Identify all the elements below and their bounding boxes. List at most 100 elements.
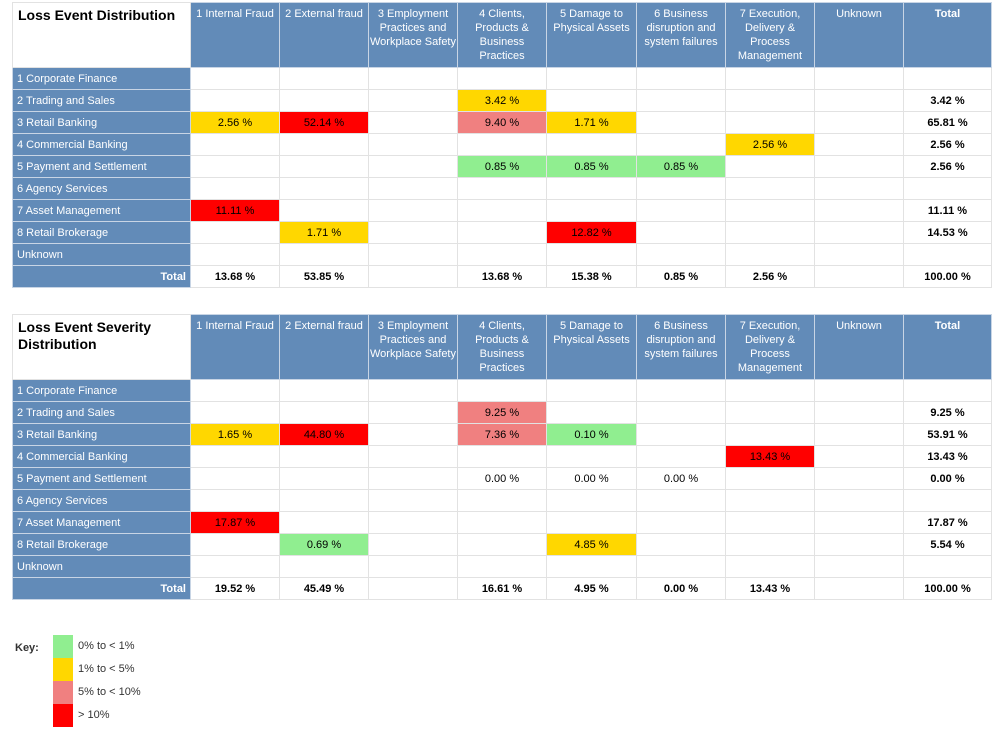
row-total-cell: 2.56 %	[903, 133, 992, 156]
row-header: 6 Agency Services	[12, 177, 191, 200]
value-cell: 1.71 %	[279, 221, 369, 244]
column-total-cell: 53.85 %	[279, 265, 369, 288]
value-cell	[725, 111, 815, 134]
value-cell	[190, 555, 280, 578]
column-total-cell: 0.00 %	[636, 577, 726, 600]
value-cell	[368, 555, 458, 578]
row-header: Unknown	[12, 555, 191, 578]
table-row: 1 Corporate Finance	[12, 379, 992, 402]
value-cell	[368, 89, 458, 112]
row-total-cell: 11.11 %	[903, 199, 992, 222]
column-header: 3 Employment Practices and Workplace Saf…	[368, 2, 458, 68]
value-cell: 0.85 %	[457, 155, 547, 178]
value-cell	[814, 379, 904, 402]
value-cell	[636, 533, 726, 556]
column-header: Unknown	[814, 2, 904, 68]
column-header: 6 Business disruption and system failure…	[636, 2, 726, 68]
table-row: 2 Trading and Sales 3.42 % 3.42 %	[12, 89, 992, 112]
value-cell: 1.65 %	[190, 423, 280, 446]
value-cell	[457, 533, 547, 556]
value-cell	[725, 199, 815, 222]
value-cell: 0.69 %	[279, 533, 369, 556]
value-cell	[814, 67, 904, 90]
row-header: 3 Retail Banking	[12, 423, 191, 446]
column-header: 7 Execution, Delivery & Process Manageme…	[725, 2, 815, 68]
value-cell: 0.00 %	[457, 467, 547, 490]
key-item: > 10%	[53, 704, 173, 727]
key-label: Key:	[15, 642, 39, 654]
value-cell	[457, 243, 547, 266]
value-cell	[546, 489, 637, 512]
value-cell	[546, 89, 637, 112]
value-cell	[190, 89, 280, 112]
value-cell	[814, 89, 904, 112]
column-total-cell: 15.38 %	[546, 265, 637, 288]
value-cell: 2.56 %	[190, 111, 280, 134]
value-cell	[368, 155, 458, 178]
row-total-cell: 14.53 %	[903, 221, 992, 244]
key-swatch-red	[53, 704, 73, 727]
value-cell	[636, 221, 726, 244]
table-row: 2 Trading and Sales 9.25 % 9.25 %	[12, 401, 992, 424]
table-row: 6 Agency Services	[12, 489, 992, 512]
value-cell	[814, 533, 904, 556]
row-total-cell	[903, 177, 992, 200]
value-cell	[279, 67, 369, 90]
table-title: Loss Event Distribution	[12, 2, 191, 68]
value-cell	[636, 111, 726, 134]
value-cell	[636, 89, 726, 112]
value-cell	[546, 401, 637, 424]
value-cell	[725, 555, 815, 578]
row-total-cell: 53.91 %	[903, 423, 992, 446]
value-cell	[546, 445, 637, 468]
value-cell	[725, 401, 815, 424]
table-row: 8 Retail Brokerage 1.71 % 12.82 % 14.53 %	[12, 221, 992, 244]
value-cell	[368, 221, 458, 244]
row-total-cell: 2.56 %	[903, 155, 992, 178]
column-header: 1 Internal Fraud	[190, 2, 280, 68]
row-total-cell: 13.43 %	[903, 445, 992, 468]
row-total-cell: 100.00 %	[903, 265, 992, 288]
value-cell	[279, 445, 369, 468]
value-cell: 9.25 %	[457, 401, 547, 424]
value-cell	[190, 67, 280, 90]
value-cell	[190, 155, 280, 178]
value-cell	[814, 489, 904, 512]
value-cell: 52.14 %	[279, 111, 369, 134]
value-cell	[636, 133, 726, 156]
column-total-cell	[368, 265, 458, 288]
column-header: 3 Employment Practices and Workplace Saf…	[368, 314, 458, 380]
row-total-cell	[903, 67, 992, 90]
value-cell	[636, 401, 726, 424]
row-total-cell	[903, 379, 992, 402]
value-cell: 0.00 %	[636, 467, 726, 490]
key-swatch-pink	[53, 681, 73, 704]
value-cell	[814, 199, 904, 222]
value-cell	[279, 199, 369, 222]
value-cell	[279, 401, 369, 424]
value-cell	[814, 423, 904, 446]
table-row: 3 Retail Banking 2.56 % 52.14 % 9.40 % 1.71 …	[12, 111, 992, 134]
value-cell: 4.85 %	[546, 533, 637, 556]
row-total-cell: 17.87 %	[903, 511, 992, 534]
value-cell	[546, 177, 637, 200]
value-cell	[546, 67, 637, 90]
value-cell	[814, 467, 904, 490]
row-total-cell: 3.42 %	[903, 89, 992, 112]
column-total-cell: 4.95 %	[546, 577, 637, 600]
row-header: Total	[12, 265, 191, 288]
value-cell	[457, 133, 547, 156]
value-cell	[368, 379, 458, 402]
row-header: 5 Payment and Settlement	[12, 155, 191, 178]
table-row: 7 Asset Management 17.87 % 17.87 %	[12, 511, 992, 534]
row-header: 7 Asset Management	[12, 511, 191, 534]
value-cell	[814, 511, 904, 534]
value-cell	[279, 489, 369, 512]
value-cell	[368, 67, 458, 90]
header-row: Loss Event Distribution 1 Internal Fraud 2…	[12, 2, 992, 68]
value-cell	[368, 243, 458, 266]
column-header: 4 Clients, Products & Business Practices	[457, 2, 547, 68]
loss-event-severity-distribution-table: Loss Event Severity Distribution 1 Intern…	[12, 314, 992, 600]
row-header: 8 Retail Brokerage	[12, 221, 191, 244]
value-cell	[368, 199, 458, 222]
